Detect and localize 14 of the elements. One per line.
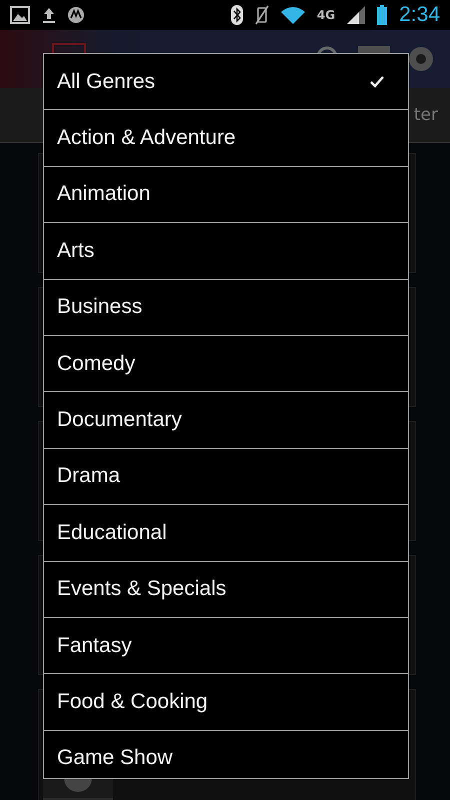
bluetooth-icon bbox=[230, 5, 243, 25]
genre-option[interactable]: Events & Specials bbox=[44, 562, 408, 618]
vibrate-off-icon bbox=[254, 5, 269, 25]
signal-icon bbox=[347, 6, 366, 24]
battery-icon bbox=[377, 5, 388, 25]
wifi-icon bbox=[280, 6, 305, 24]
filter-tab-label[interactable]: ter bbox=[414, 105, 438, 125]
brand-logo-icon bbox=[68, 7, 84, 23]
upload-icon bbox=[42, 6, 56, 24]
status-time: 2:34 bbox=[399, 3, 440, 27]
genre-option[interactable]: Drama bbox=[44, 448, 408, 506]
network-type-label: 4G bbox=[316, 8, 336, 22]
genre-option[interactable]: Business bbox=[44, 280, 408, 336]
image-icon bbox=[10, 6, 30, 24]
